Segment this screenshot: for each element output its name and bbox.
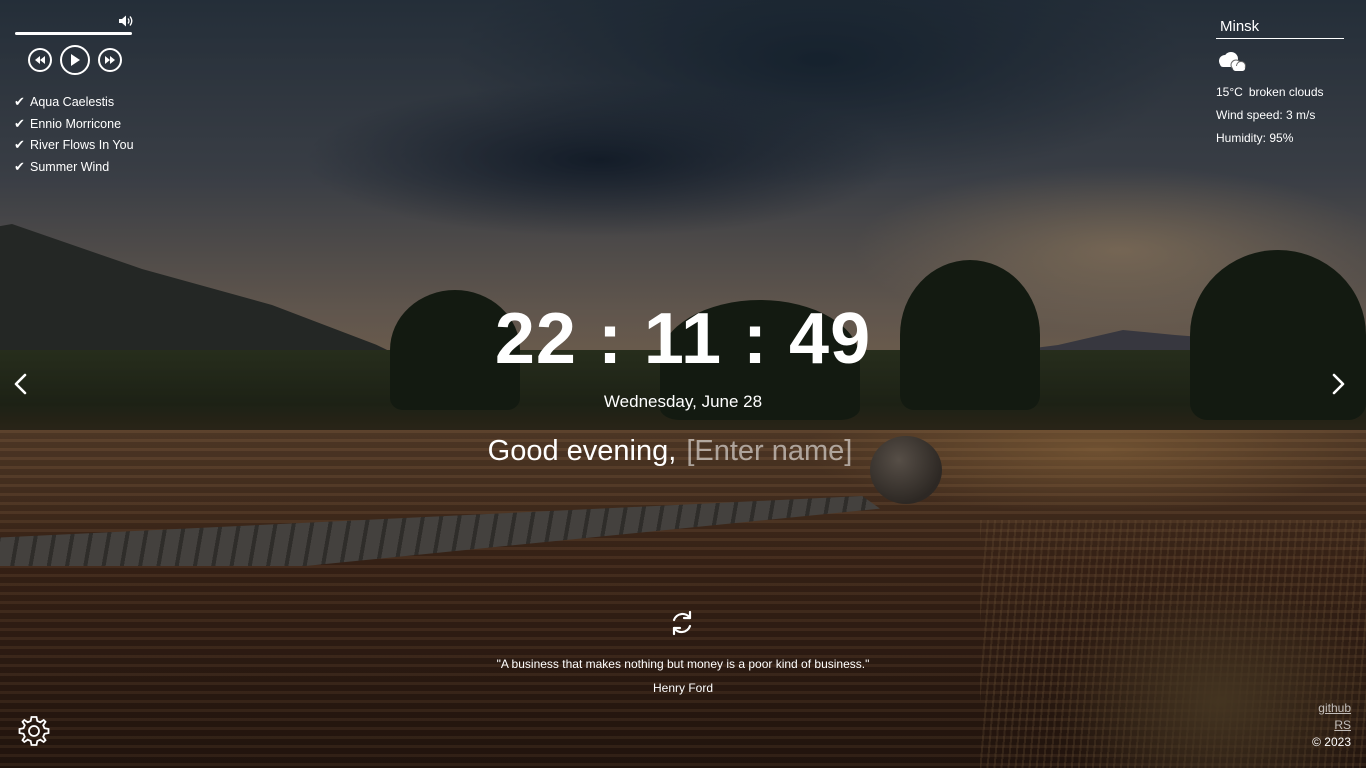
playlist-item[interactable]: ✔ Summer Wind [14, 156, 134, 178]
track-title: Summer Wind [30, 159, 110, 174]
refresh-icon[interactable] [668, 609, 696, 637]
rs-link[interactable]: RS [1312, 717, 1351, 734]
footer: github RS © 2023 [1312, 700, 1351, 751]
playlist-item[interactable]: ✔ Ennio Morricone [14, 113, 134, 135]
player-controls [28, 45, 122, 75]
wind-speed: Wind speed: 3 m/s [1216, 108, 1316, 122]
play-icon [71, 54, 80, 66]
weather-widget: Minsk 15°C broken clouds Wind speed: 3 m/… [1216, 18, 1344, 149]
rewind-icon [35, 56, 45, 64]
volume-icon[interactable] [118, 14, 134, 28]
weather-description: broken clouds [1248, 85, 1324, 99]
broken-clouds-icon [1219, 52, 1246, 71]
fast-forward-icon [105, 56, 115, 64]
check-icon: ✔ [14, 115, 25, 131]
name-input[interactable] [684, 434, 879, 469]
github-link[interactable]: github [1312, 700, 1351, 717]
copyright: © 2023 [1312, 735, 1351, 749]
playlist-item[interactable]: ✔ Aqua Caelestis [14, 91, 134, 113]
quote-author: Henry Ford [652, 681, 714, 695]
track-title: Aqua Caelestis [30, 94, 115, 109]
playlist-item[interactable]: ✔ River Flows In You [14, 134, 134, 156]
play-button[interactable] [60, 45, 90, 75]
progress-bar[interactable] [15, 32, 132, 35]
check-icon: ✔ [14, 93, 25, 109]
track-title: Ennio Morricone [30, 116, 122, 131]
quote-text: "A business that makes nothing but money… [496, 657, 870, 671]
check-icon: ✔ [14, 137, 25, 153]
clock-time: 22 : 11 : 49 [494, 299, 872, 379]
next-track-button[interactable] [98, 48, 122, 72]
city-input[interactable]: Minsk [1216, 18, 1344, 39]
greeting-text: Good evening, [487, 435, 677, 467]
track-title: River Flows In You [30, 138, 134, 153]
clock-date: Wednesday, June 28 [603, 392, 763, 411]
playlist: ✔ Aqua Caelestis ✔ Ennio Morricone ✔ River … [14, 91, 134, 178]
prev-track-button[interactable] [28, 48, 52, 72]
check-icon: ✔ [14, 158, 25, 174]
greeting: Good evening, [0, 434, 1366, 469]
temperature: 15°C [1216, 85, 1243, 99]
gear-icon[interactable] [17, 714, 51, 748]
humidity: Humidity: 95% [1216, 131, 1294, 145]
weather-temp-row: 15°C broken clouds [1216, 85, 1344, 103]
